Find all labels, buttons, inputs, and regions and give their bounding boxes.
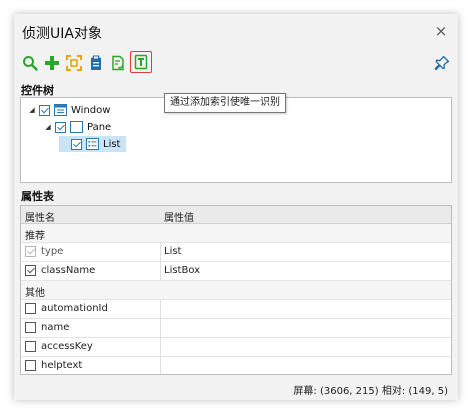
property-checkbox[interactable] bbox=[25, 341, 36, 352]
property-row-accesskey[interactable]: accessKey bbox=[21, 338, 451, 357]
add-button[interactable] bbox=[42, 52, 62, 74]
clipboard-icon bbox=[91, 55, 101, 70]
grid-header: 属性名 属性值 bbox=[21, 206, 451, 224]
group-row-recommended[interactable]: 推荐 bbox=[21, 224, 451, 243]
property-name: className bbox=[41, 265, 96, 276]
tree-node-checkbox[interactable] bbox=[55, 121, 66, 133]
clipboard-button[interactable] bbox=[86, 52, 106, 74]
tooltip: 通过添加索引使唯一识别 bbox=[164, 93, 286, 113]
pane-icon bbox=[70, 121, 83, 133]
tree-node-checkbox[interactable] bbox=[39, 104, 50, 116]
index-icon bbox=[134, 54, 148, 70]
property-name: helptext bbox=[41, 360, 83, 371]
property-name: name bbox=[41, 322, 70, 333]
column-header-name: 属性名 bbox=[25, 213, 55, 224]
property-name: type bbox=[41, 246, 64, 257]
property-table-title: 属性表 bbox=[21, 190, 54, 203]
group-label: 其他 bbox=[25, 288, 45, 299]
property-checkbox[interactable] bbox=[25, 265, 36, 276]
pin-icon bbox=[434, 55, 450, 71]
expander-icon[interactable]: ◢ bbox=[43, 123, 53, 131]
tree-node-window[interactable]: ◢ Window bbox=[27, 102, 110, 118]
column-header-value: 属性值 bbox=[164, 213, 194, 224]
tree-node-pane[interactable]: ◢ Pane bbox=[43, 119, 111, 135]
property-row-automationid[interactable]: automationId bbox=[21, 300, 451, 319]
property-row-type[interactable]: type List bbox=[21, 243, 451, 262]
toolbar bbox=[20, 51, 452, 76]
property-value: ListBox bbox=[164, 265, 201, 276]
add-icon bbox=[45, 56, 59, 70]
coordinate-readout: 屏幕: (3606, 215) 相对: (149, 5) bbox=[293, 386, 448, 397]
status-bar: 屏幕: (3606, 215) 相对: (149, 5) bbox=[14, 379, 458, 397]
list-icon bbox=[86, 138, 99, 150]
property-row-helptext[interactable]: helptext bbox=[21, 357, 451, 374]
detect-uia-dialog: 侦测UIA对象 × 控件树 ◢ Window ◢ Pane List 通过添加索… bbox=[14, 14, 458, 400]
capture-icon bbox=[66, 55, 82, 71]
window-title: 侦测UIA对象 bbox=[22, 26, 102, 42]
property-value: List bbox=[164, 246, 182, 257]
tree-node-label: List bbox=[103, 138, 121, 150]
search-icon bbox=[23, 56, 38, 71]
property-checkbox[interactable] bbox=[25, 303, 36, 314]
property-checkbox[interactable] bbox=[25, 322, 36, 333]
property-row-classname[interactable]: className ListBox bbox=[21, 262, 451, 281]
window-icon bbox=[54, 104, 67, 116]
tree-node-checkbox[interactable] bbox=[71, 138, 82, 150]
search-button[interactable] bbox=[20, 52, 40, 74]
expander-icon[interactable]: ◢ bbox=[27, 106, 37, 114]
tree-node-list[interactable]: List bbox=[59, 136, 127, 152]
title-bar: 侦测UIA对象 × bbox=[14, 14, 458, 48]
tree-node-label: Pane bbox=[87, 121, 112, 133]
property-row-name[interactable]: name bbox=[21, 319, 451, 338]
property-name: accessKey bbox=[41, 341, 93, 352]
index-button[interactable] bbox=[130, 51, 152, 73]
control-tree-title: 控件树 bbox=[21, 84, 54, 97]
property-grid[interactable]: 属性名 属性值 推荐 type List className ListBox 其… bbox=[20, 205, 452, 375]
group-label: 推荐 bbox=[25, 231, 45, 242]
property-checkbox[interactable] bbox=[25, 360, 36, 371]
group-row-other[interactable]: 其他 bbox=[21, 281, 451, 300]
property-checkbox bbox=[25, 246, 36, 257]
capture-button[interactable] bbox=[64, 52, 84, 74]
pin-button[interactable] bbox=[432, 52, 452, 74]
property-name: automationId bbox=[41, 303, 108, 314]
close-button[interactable]: × bbox=[430, 20, 452, 42]
validate-button[interactable] bbox=[108, 52, 128, 74]
validate-icon bbox=[112, 55, 124, 71]
tree-node-label: Window bbox=[71, 104, 111, 116]
